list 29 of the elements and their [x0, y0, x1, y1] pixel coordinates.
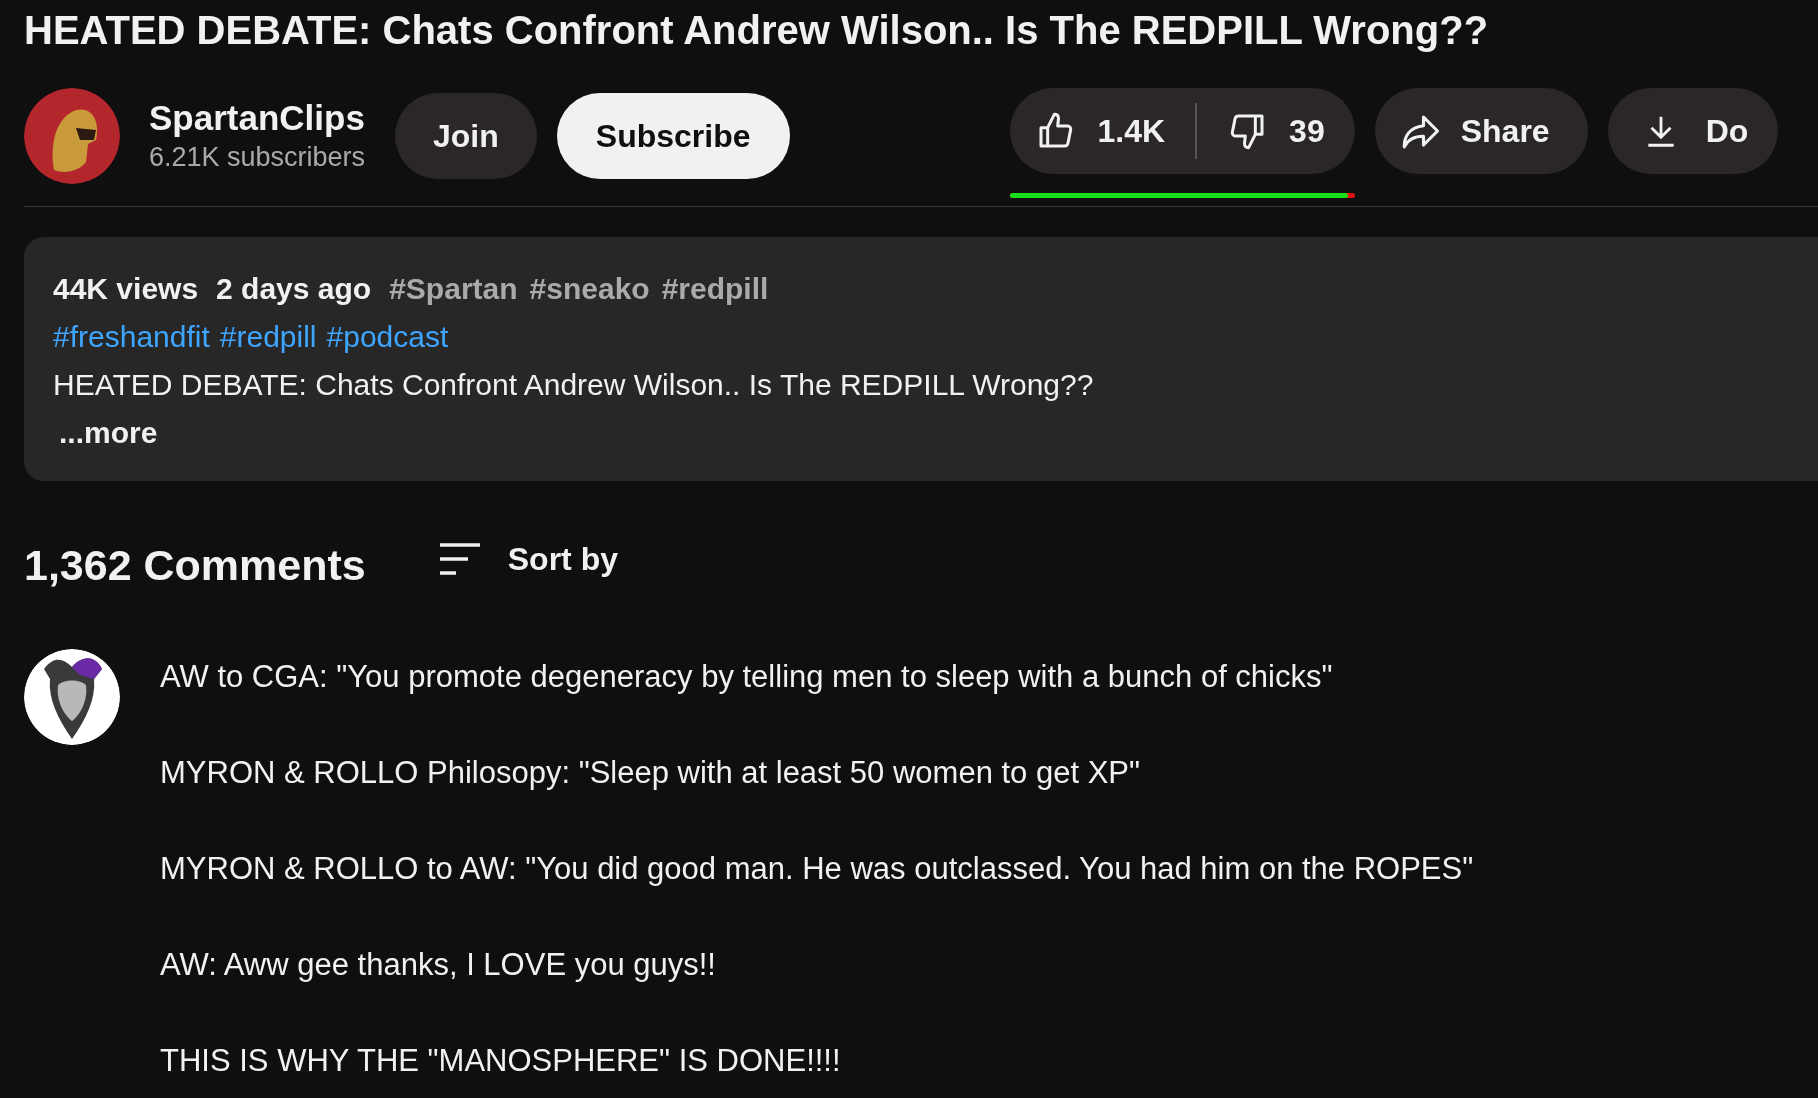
hashtag-link[interactable]: #redpill: [219, 313, 317, 361]
download-button[interactable]: Do: [1607, 88, 1779, 174]
like-button[interactable]: 1.4K: [1009, 88, 1196, 174]
hashtag-link[interactable]: #Spartan: [389, 265, 518, 313]
channel-name[interactable]: SpartanClips: [149, 97, 375, 139]
subscriber-count: 6.21K subscribers: [149, 141, 367, 174]
share-button[interactable]: Share: [1374, 88, 1588, 174]
upload-date: 2 days ago: [216, 271, 372, 307]
comment-text-line: THIS IS WHY THE "MANOSPHERE" IS DONE!!!!: [160, 1042, 842, 1080]
comment-text-line: MYRON & ROLLO Philosopy: "Sleep with at least 50 women to get XP": [160, 754, 1141, 792]
comment-text-line: AW: Aww gee thanks, I LOVE you guys!!: [160, 946, 717, 984]
comment-count: 1,362 Comments: [24, 540, 366, 591]
video-title: HEATED DEBATE: Chats Confront Andrew Wilson.. Is The REDPILL Wrong??: [24, 7, 1490, 54]
sort-icon: [437, 542, 482, 576]
description-panel[interactable]: 44K views 2 days ago #Spartan #sneako #redpill #freshandfit #redpill #podcast HEATED DEBATE: Chats Confront Andrew Wilson.. Is The REDPILL Wrong?? ...more: [24, 237, 1818, 481]
channel-avatar[interactable]: [24, 88, 120, 184]
view-count: 44K views: [53, 271, 199, 307]
dislike-button[interactable]: 39: [1197, 88, 1355, 174]
comment-text-line: MYRON & ROLLO to AW: "You did good man. He was outclassed. You had him on the ROPES": [160, 850, 1474, 888]
hashtag-link[interactable]: #freshandfit: [53, 313, 210, 361]
comment-text-line: AW to CGA: "You promote degeneracy by telling men to sleep with a bunch of chicks": [160, 658, 1334, 696]
hashtag-link[interactable]: #podcast: [326, 313, 449, 361]
description-text: HEATED DEBATE: Chats Confront Andrew Wilson.. Is The REDPILL Wrong??: [53, 367, 1095, 403]
join-button[interactable]: Join: [395, 93, 537, 179]
sort-button[interactable]: Sort by: [437, 540, 618, 578]
more-link[interactable]: ...more: [53, 409, 1818, 457]
subscribe-button[interactable]: Subscribe: [556, 93, 790, 179]
hashtag-link[interactable]: #sneako: [529, 265, 650, 313]
hashtag-link[interactable]: #redpill: [661, 265, 769, 313]
